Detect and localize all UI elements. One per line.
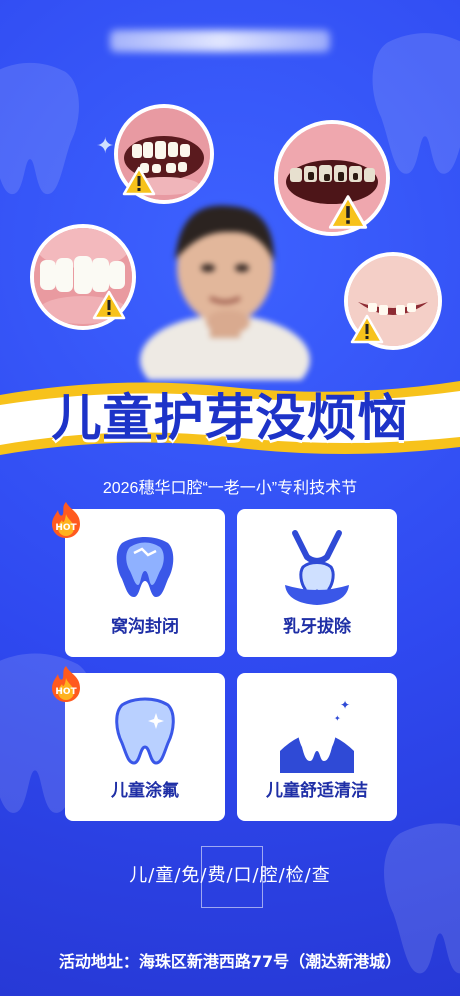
child-photo xyxy=(140,205,310,380)
shiny-tooth-icon xyxy=(115,697,175,765)
bg-tooth-icon xyxy=(0,63,79,195)
svg-text:✦: ✦ xyxy=(340,698,350,712)
service-label: 儿童涂氟 xyxy=(111,781,179,801)
service-card-fluoride[interactable]: 儿童涂氟 xyxy=(65,673,225,821)
svg-text:✦: ✦ xyxy=(334,714,341,723)
event-subtitle: 2026穗华口腔“一老一小”专利技术节 xyxy=(102,480,358,497)
blurred-logo xyxy=(110,30,330,52)
headline: 儿童护芽没烦恼 xyxy=(51,389,409,447)
clean-tooth-icon: ✦ ✦ xyxy=(280,698,354,773)
service-label: 儿童舒适清洁 xyxy=(266,781,368,801)
service-label: 乳牙拔除 xyxy=(283,617,351,637)
poster: ✦ ✦ xyxy=(0,0,460,996)
warning-icon xyxy=(92,290,126,320)
service-label: 窝沟封闭 xyxy=(111,617,179,637)
hot-badge-text: HOT xyxy=(55,687,77,697)
service-card-extraction[interactable]: 乳牙拔除 xyxy=(237,509,397,657)
tooth-sealant-icon xyxy=(116,537,174,597)
tooth-extraction-icon xyxy=(285,530,349,605)
warning-icon xyxy=(350,314,384,344)
warning-icon xyxy=(328,195,368,229)
service-card-cleaning[interactable]: ✦ ✦ 儿童舒适清洁 xyxy=(237,673,397,821)
hot-flame-icon: HOT xyxy=(52,666,80,702)
sparkle-icon: ✦ xyxy=(96,134,115,159)
free-check-text: 儿/童/免/费/口/腔/检/查 xyxy=(129,865,331,886)
hot-badge-text: HOT xyxy=(55,523,77,533)
event-address: 活动地址：海珠区新港西路77号（潮达新港城） xyxy=(58,952,402,971)
service-card-sealant[interactable]: 窝沟封闭 xyxy=(65,509,225,657)
hot-flame-icon: HOT xyxy=(52,502,80,538)
